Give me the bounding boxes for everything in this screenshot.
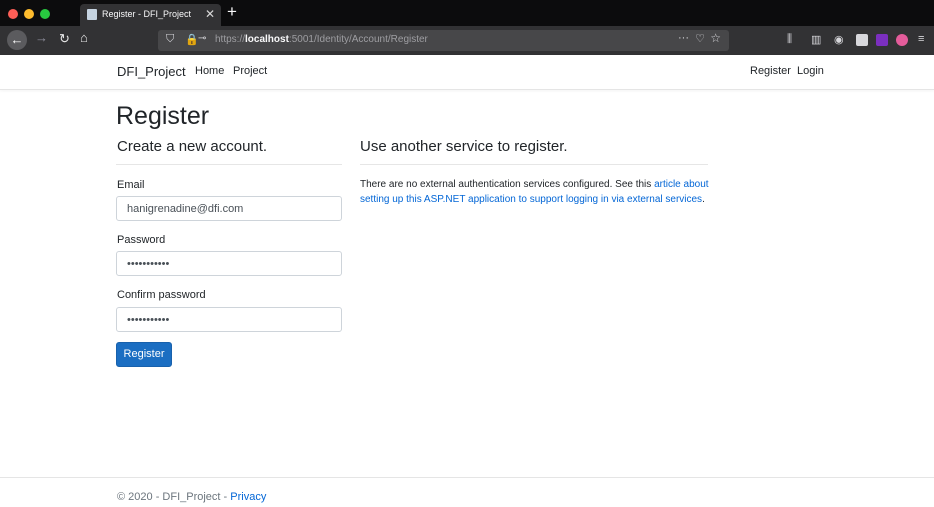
account-icon[interactable]: ◉ bbox=[834, 33, 844, 46]
library-icon[interactable]: ⫼ bbox=[787, 33, 792, 46]
forward-arrow-icon[interactable]: → bbox=[35, 30, 48, 45]
extension-pink-icon[interactable] bbox=[896, 34, 908, 46]
address-bar[interactable]: ⛉ 🔒 ⊸ https://localhost:5001/Identity/Ac… bbox=[158, 30, 729, 51]
confirm-password-label: Confirm password bbox=[117, 289, 206, 301]
external-heading: Use another service to register. bbox=[360, 138, 568, 155]
email-label: Email bbox=[117, 179, 145, 191]
register-button[interactable]: Register bbox=[116, 342, 172, 367]
privacy-link[interactable]: Privacy bbox=[230, 491, 266, 503]
browser-tab[interactable]: Register - DFI_Project ✕ bbox=[80, 4, 221, 26]
close-icon[interactable]: ✕ bbox=[205, 7, 215, 21]
site-header: DFI_Project Home Project Register Login bbox=[0, 55, 934, 90]
url-prefix: https:// bbox=[215, 34, 246, 45]
minimize-window-button[interactable] bbox=[24, 9, 34, 19]
nav-register-link[interactable]: Register bbox=[750, 65, 791, 77]
maximize-window-button[interactable] bbox=[40, 9, 50, 19]
more-icon[interactable]: ··· bbox=[678, 32, 689, 44]
form-heading: Create a new account. bbox=[117, 138, 268, 155]
external-text: There are no external authentication ser… bbox=[360, 179, 655, 190]
brand-link[interactable]: DFI_Project bbox=[117, 64, 186, 79]
nav-project-link[interactable]: Project bbox=[233, 65, 267, 77]
url-path: :5001/Identity/Account/Register bbox=[288, 34, 428, 45]
footer-text: © 2020 - DFI_Project - Privacy bbox=[117, 491, 266, 503]
shield-icon[interactable]: ⛉ bbox=[166, 33, 174, 46]
reload-icon[interactable]: ↻ bbox=[59, 31, 70, 47]
page-title: Register bbox=[116, 102, 210, 130]
password-field[interactable]: ••••••••••• bbox=[116, 251, 342, 276]
pocket-icon[interactable]: ♡ bbox=[695, 32, 705, 45]
nav-login-link[interactable]: Login bbox=[797, 65, 824, 77]
lock-icon[interactable]: 🔒 bbox=[185, 33, 199, 46]
copyright-text: © 2020 - DFI_Project - bbox=[117, 491, 231, 503]
home-icon[interactable]: ⌂ bbox=[80, 30, 88, 45]
browser-toolbar: ← → ↻ ⌂ ⛉ 🔒 ⊸ https://localhost:5001/Ide… bbox=[0, 26, 934, 55]
extension-purple-icon[interactable] bbox=[876, 34, 888, 46]
divider bbox=[116, 164, 342, 165]
star-icon[interactable]: ☆ bbox=[710, 31, 721, 45]
browser-tab-bar: Register - DFI_Project ✕ + bbox=[0, 0, 934, 26]
external-text-end: . bbox=[702, 194, 705, 205]
email-field[interactable]: hanigrenadine@dfi.com bbox=[116, 196, 342, 221]
close-window-button[interactable] bbox=[8, 9, 18, 19]
menu-icon[interactable]: ≡ bbox=[918, 33, 924, 45]
nav-home-link[interactable]: Home bbox=[195, 65, 224, 77]
divider bbox=[360, 164, 708, 165]
url-host: localhost bbox=[245, 34, 289, 45]
back-arrow-icon[interactable]: ← bbox=[7, 30, 27, 50]
site-footer: © 2020 - DFI_Project - Privacy bbox=[0, 477, 934, 507]
plus-icon[interactable]: + bbox=[227, 2, 237, 22]
url-text[interactable]: https://localhost:5001/Identity/Account/… bbox=[215, 34, 428, 45]
tab-title: Register - DFI_Project bbox=[102, 9, 192, 19]
extension-icon[interactable] bbox=[856, 34, 868, 46]
key-icon[interactable]: ⊸ bbox=[198, 33, 206, 44]
external-services-text: There are no external authentication ser… bbox=[360, 177, 720, 207]
sidebar-icon[interactable]: ▥ bbox=[811, 33, 821, 46]
password-label: Password bbox=[117, 234, 166, 246]
confirm-password-field[interactable]: ••••••••••• bbox=[116, 307, 342, 332]
page-icon bbox=[87, 9, 97, 20]
